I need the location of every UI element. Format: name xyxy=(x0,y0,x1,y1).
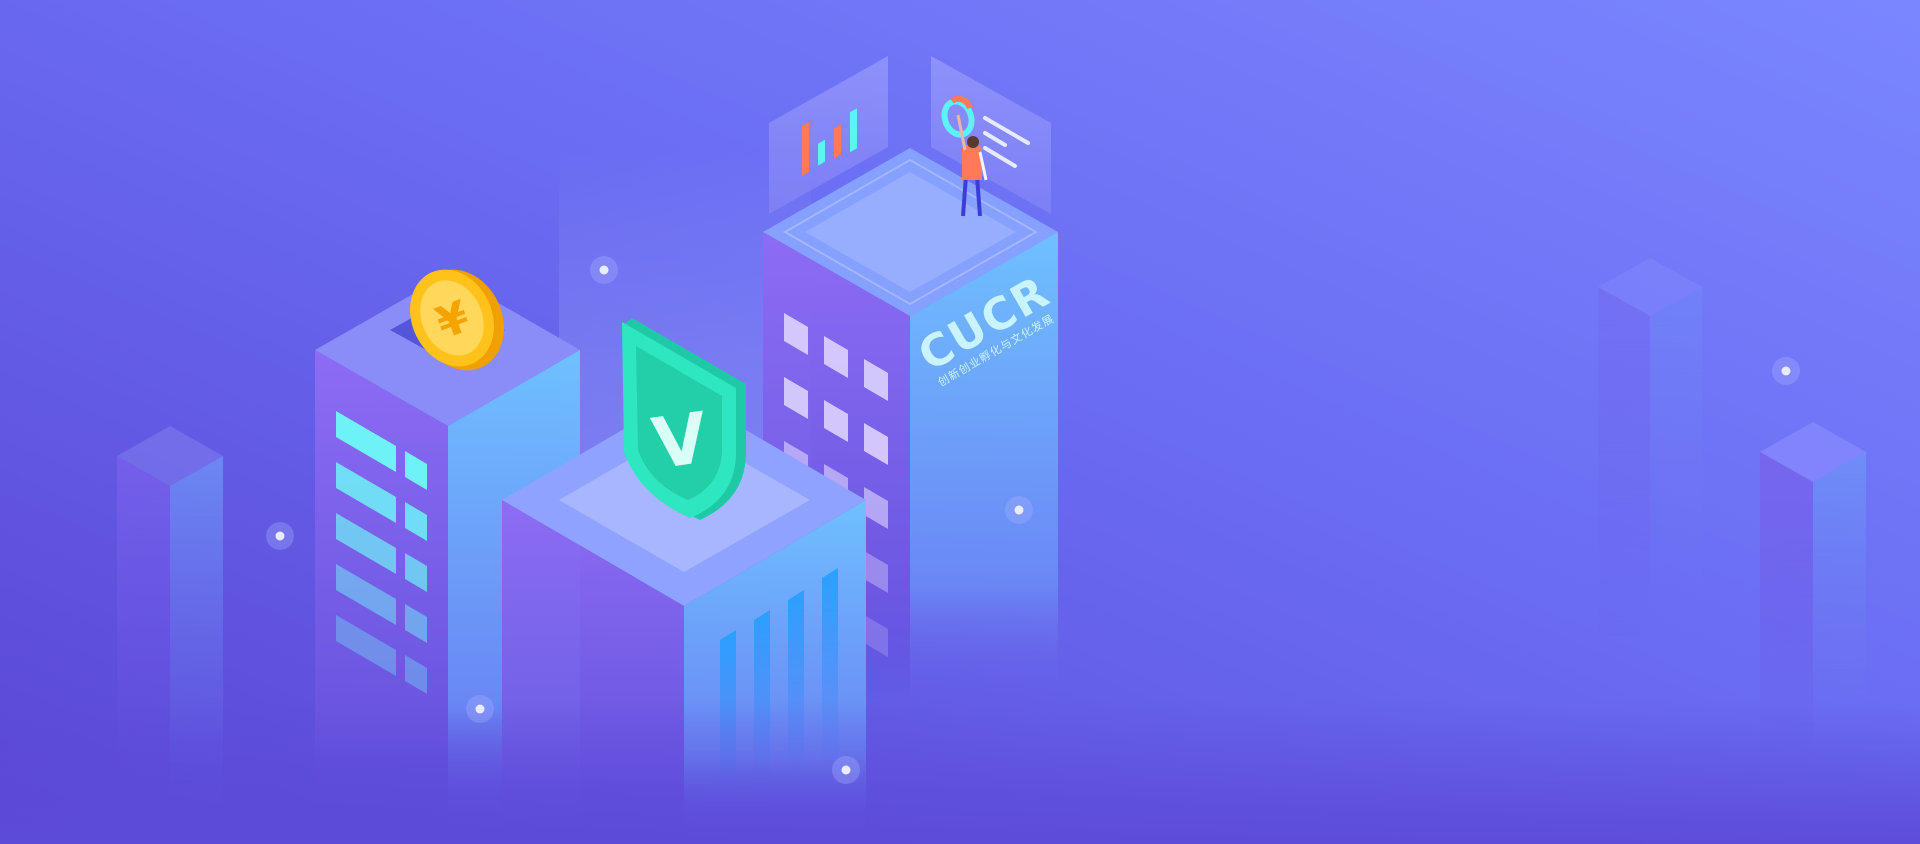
light-dot xyxy=(590,256,618,284)
light-dot xyxy=(466,695,494,723)
bottom-fade xyxy=(0,700,1920,844)
light-dot xyxy=(266,522,294,550)
light-dot xyxy=(1005,496,1033,524)
light-dot xyxy=(1772,357,1800,385)
hero-illustration: CUCR 创新创业孵化与文化发展 ¥ V xyxy=(0,0,1920,844)
light-dot xyxy=(832,756,860,784)
shield-symbol: V xyxy=(648,397,713,486)
ghost-tower-right-tall xyxy=(1598,258,1702,640)
